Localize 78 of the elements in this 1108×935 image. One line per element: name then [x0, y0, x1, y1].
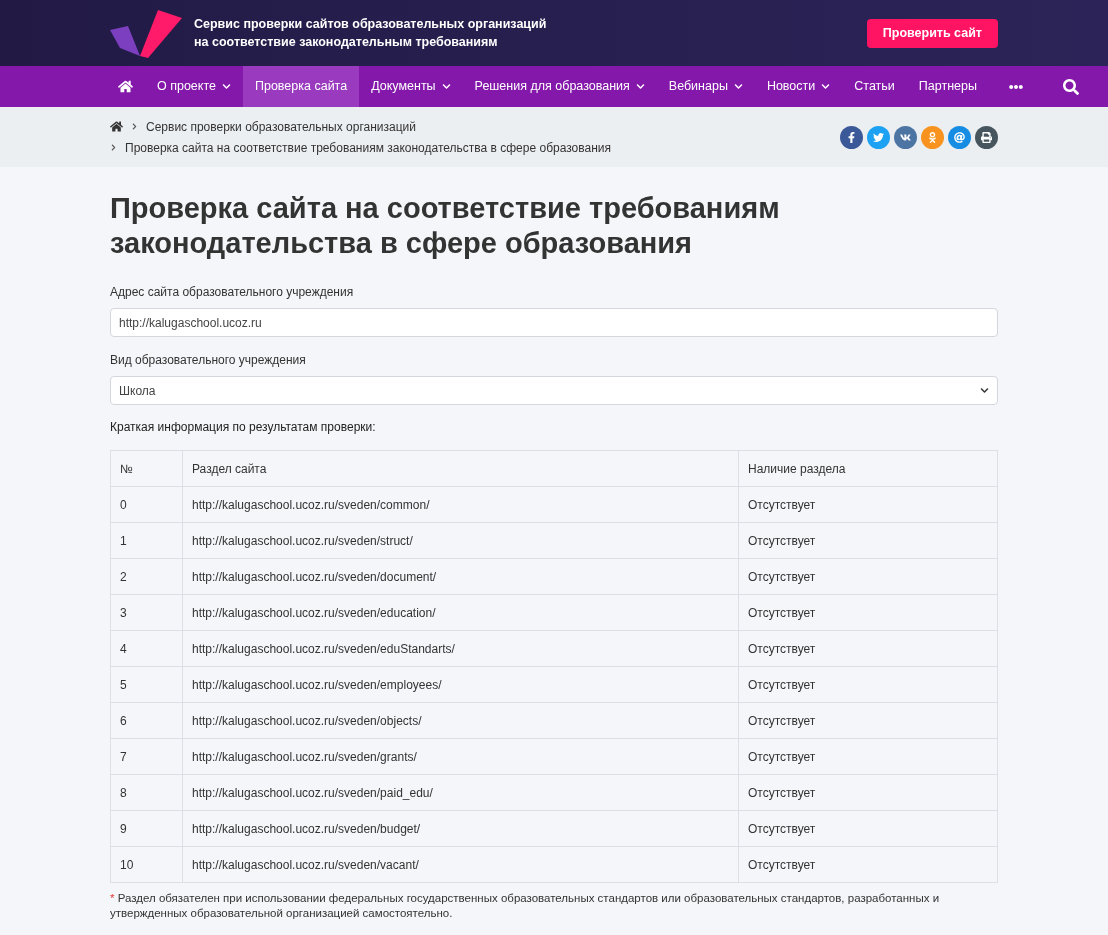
table-cell: http://kalugaschool.ucoz.ru/sveden/budget/	[182, 810, 739, 847]
table-cell: 0	[110, 486, 183, 523]
table-cell: Отсутствует	[738, 558, 998, 595]
field-label: Адрес сайта образовательного учреждения	[110, 284, 355, 301]
table-cell: 5	[110, 666, 183, 703]
vk-icon	[900, 131, 911, 143]
table-cell: http://kalugaschool.ucoz.ru/sveden/objects/	[182, 702, 739, 739]
share-button[interactable]	[975, 125, 998, 149]
odnoklassniki-icon	[927, 131, 938, 143]
url-field[interactable]: http://kalugaschool.ucoz.ru	[110, 308, 998, 337]
table-cell: Отсутствует	[738, 702, 998, 739]
table-cell: 4	[110, 630, 183, 667]
table-cell: Отсутствует	[738, 738, 998, 775]
table-cell: 8	[110, 774, 183, 811]
nav-item[interactable]: О проекте	[145, 66, 243, 107]
chevron-right-icon	[110, 144, 117, 151]
check-site-button[interactable]: Проверить сайт	[866, 18, 998, 48]
column-header: №	[110, 450, 183, 487]
column-header: Наличие раздела	[738, 450, 998, 487]
breadcrumb-link[interactable]: Сервис проверки образовательных организаций	[146, 117, 416, 136]
nav-item[interactable]: Документы	[359, 66, 463, 107]
table-cell: http://kalugaschool.ucoz.ru/sveden/education/	[182, 594, 739, 631]
table-cell: Отсутствует	[738, 486, 998, 523]
nav-item[interactable]: Новости	[754, 66, 843, 107]
table-cell: http://kalugaschool.ucoz.ru/sveden/grants/	[182, 738, 739, 775]
chevron-down-icon	[733, 82, 743, 91]
site-tagline: Сервис проверки сайтов образовательных организаций	[194, 16, 547, 33]
chevron-down-icon	[821, 82, 831, 91]
table-cell: Отсутствует	[738, 522, 998, 559]
search-icon	[1062, 78, 1079, 95]
table-cell: http://kalugaschool.ucoz.ru/sveden/employees/	[182, 666, 739, 703]
chevron-down-icon	[980, 386, 989, 395]
nav-item[interactable]: Партнеры	[906, 66, 989, 107]
share-button[interactable]	[948, 125, 971, 149]
table-cell: Отсутствует	[738, 594, 998, 631]
page-title: Проверка сайта на соответствие требованиям законодательства в сфере образования	[110, 191, 781, 261]
table-cell: http://kalugaschool.ucoz.ru/sveden/document/	[182, 558, 739, 595]
logo-icon	[110, 8, 182, 58]
print-icon	[981, 131, 992, 143]
table-cell: 2	[110, 558, 183, 595]
field-label: Вид образовательного учреждения	[110, 352, 307, 369]
summary-label: Краткая информация по результатам проверки:	[110, 419, 377, 436]
home-icon	[118, 79, 133, 94]
table-cell: Отсутствует	[738, 810, 998, 847]
nav-item[interactable]: Вебинары	[656, 66, 755, 107]
nav-item[interactable]: Проверка сайта	[242, 66, 360, 107]
facebook-icon	[846, 131, 857, 143]
table-cell: 1	[110, 522, 183, 559]
chevron-down-icon	[635, 82, 645, 91]
table-cell: Отсутствует	[738, 666, 998, 703]
table-cell: 7	[110, 738, 183, 775]
table-cell: Отсутствует	[738, 846, 998, 883]
twitter-icon	[873, 131, 884, 143]
table-cell: 9	[110, 810, 183, 847]
home-icon	[110, 120, 123, 133]
footnote: * Раздел обязателен при использовании федеральных государственных образовательных стандартов или образовательных стандартов, разработанных и утвержденных образовательной организацией самостоятельно.	[110, 891, 941, 921]
institution-type-select[interactable]: Школа	[110, 376, 998, 405]
nav-item[interactable]: Статьи	[842, 66, 907, 107]
table-cell: http://kalugaschool.ucoz.ru/sveden/common/	[182, 486, 739, 523]
table-cell: Отсутствует	[738, 774, 998, 811]
table-cell: 6	[110, 702, 183, 739]
column-header: Раздел сайта	[182, 450, 739, 487]
chevron-down-icon	[221, 82, 231, 91]
table-cell: 10	[110, 846, 183, 883]
chevron-right-icon	[131, 123, 138, 130]
at-sign-icon	[954, 131, 965, 143]
table-cell: http://kalugaschool.ucoz.ru/sveden/eduStandarts/	[182, 630, 739, 667]
table-cell: 3	[110, 594, 183, 631]
chevron-down-icon	[441, 82, 451, 91]
nav-item[interactable]: Решения для образования	[462, 66, 657, 107]
table-cell: http://kalugaschool.ucoz.ru/sveden/paid_edu/	[182, 774, 739, 811]
table-cell: http://kalugaschool.ucoz.ru/sveden/struct/	[182, 522, 739, 559]
site-tagline: на соответствие законодательным требованиям	[194, 34, 499, 51]
share-button[interactable]	[894, 125, 917, 149]
breadcrumb-link[interactable]: Проверка сайта на соответствие требованиям законодательства в сфере образования	[125, 138, 612, 157]
share-button[interactable]	[840, 125, 863, 149]
table-cell: http://kalugaschool.ucoz.ru/sveden/vacant/	[182, 846, 739, 883]
table-cell: Отсутствует	[738, 630, 998, 667]
